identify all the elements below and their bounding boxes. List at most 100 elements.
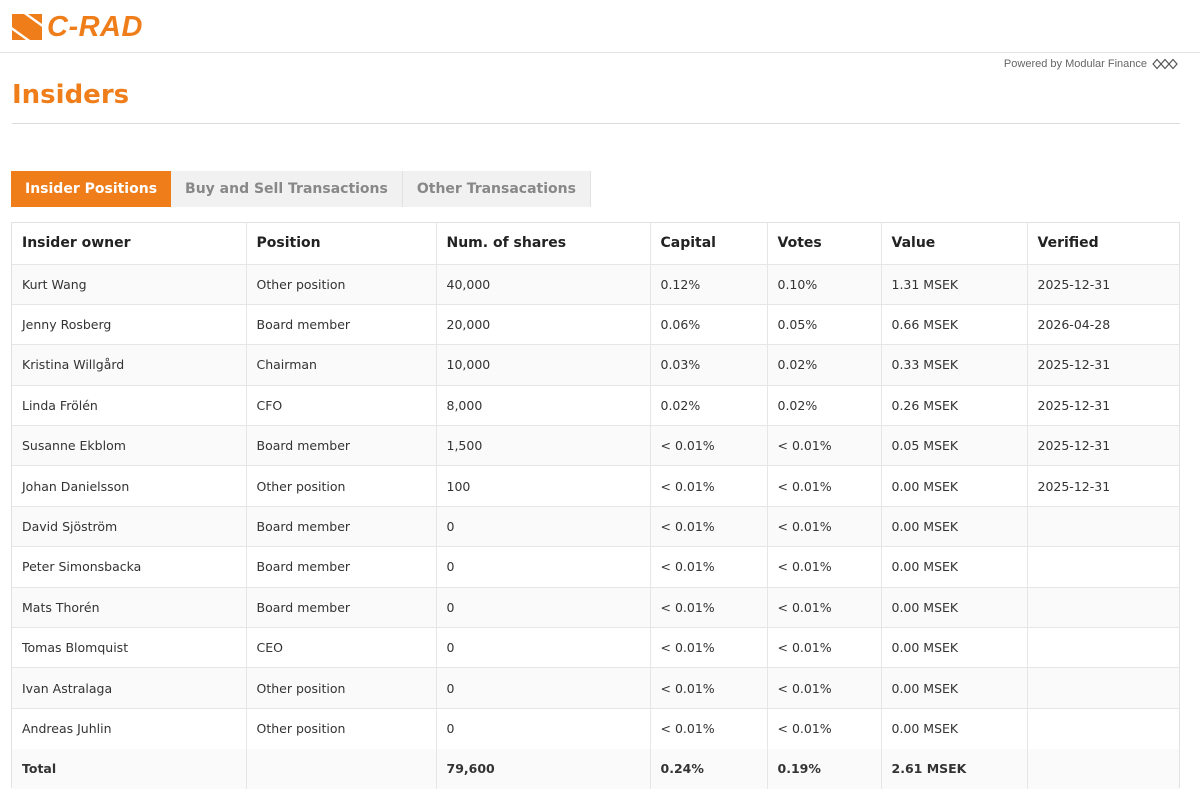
column-header-num-of-shares[interactable]: Num. of shares [436,223,651,265]
cell-capital: < 0.01% [650,587,768,629]
table-total-row: Total 79,600 0.24% 0.19% 2.61 MSEK [12,748,1179,790]
cell-num-of-shares: 0 [436,546,651,588]
cell-value: 0.00 MSEK [881,667,1028,709]
cell-votes: 0.02% [767,385,882,427]
cell-votes: < 0.01% [767,425,882,467]
table-body: Kurt Wang Other position 40,000 0.12% 0.10% 1… [12,264,1179,749]
cell-num-of-shares: 40,000 [436,264,651,305]
cell-position: Chairman [246,344,437,386]
powered-by-text: Powered by Modular Finance [1003,58,1147,70]
cell-position: Board member [246,304,437,346]
cell-capital: 0.06% [650,304,768,346]
cell-value: 1.31 MSEK [881,264,1028,305]
table-row: Peter Simonsbacka Board member 0 < 0.01% < 0… [12,546,1179,588]
cell-insider-owner: Susanne Ekblom [12,425,247,467]
cell-votes: < 0.01% [767,546,882,588]
cell-value: 0.05 MSEK [881,425,1028,467]
cell-position: CFO [246,385,437,427]
cell-num-of-shares: 8,000 [436,385,651,427]
total-cell-insider-owner: Total [12,748,247,790]
column-header-insider-owner[interactable]: Insider owner [12,223,247,265]
cell-position: Board member [246,425,437,467]
total-cell-position [246,748,437,790]
powered-by[interactable]: Powered by Modular Finance [1004,58,1178,70]
cell-votes: 0.10% [767,264,882,305]
cell-capital: < 0.01% [650,667,768,709]
cell-capital: < 0.01% [650,627,768,669]
cell-votes: 0.05% [767,304,882,346]
cell-position: Other position [246,708,437,749]
table-row: Kurt Wang Other position 40,000 0.12% 0.10% 1… [12,264,1179,305]
cell-votes: < 0.01% [767,587,882,629]
cell-position: CEO [246,627,437,669]
cell-value: 0.26 MSEK [881,385,1028,427]
table-row: Kristina Willgård Chairman 10,000 0.03% 0.02… [12,344,1179,386]
cell-value: 0.00 MSEK [881,546,1028,588]
cell-verified [1027,708,1179,748]
cell-capital: < 0.01% [650,506,768,548]
cell-insider-owner: Peter Simonsbacka [12,546,247,588]
table-row: Jenny Rosberg Board member 20,000 0.06% 0.05… [12,304,1179,346]
tab-buy-and-sell-transactions[interactable]: Buy and Sell Transactions [171,171,403,207]
cell-verified: 2025-12-31 [1027,264,1179,305]
table-row: Andreas Juhlin Other position 0 < 0.01% < 0.… [12,708,1179,749]
cell-capital: < 0.01% [650,425,768,467]
cell-value: 0.66 MSEK [881,304,1028,346]
cell-insider-owner: Andreas Juhlin [12,708,247,749]
column-header-position[interactable]: Position [246,223,437,265]
tab-insider-positions[interactable]: Insider Positions [11,171,172,207]
cell-position: Board member [246,546,437,588]
tab-other-transactions[interactable]: Other Transacations [402,171,591,207]
insiders-table-container: Insider owner Position Num. of shares Capit… [11,222,1180,790]
cell-position: Other position [246,264,437,305]
total-cell-votes: 0.19% [767,748,882,790]
column-header-value[interactable]: Value [881,223,1028,265]
cell-votes: < 0.01% [767,667,882,709]
total-cell-capital: 0.24% [650,748,768,790]
cell-verified [1027,546,1179,588]
cell-position: Other position [246,667,437,709]
top-bar: C-RAD [0,0,1200,53]
cell-value: 0.00 MSEK [881,587,1028,629]
cell-position: Board member [246,506,437,548]
cell-verified: 2025-12-31 [1027,425,1179,467]
cell-verified [1027,587,1179,629]
cell-verified: 2025-12-31 [1027,344,1179,386]
cell-insider-owner: Kurt Wang [12,264,247,305]
total-cell-verified [1027,748,1179,790]
c-rad-logo-icon [12,14,42,40]
brand-logo[interactable]: C-RAD [12,12,143,42]
cell-value: 0.33 MSEK [881,344,1028,386]
cell-value: 0.00 MSEK [881,465,1028,507]
cell-num-of-shares: 0 [436,506,651,548]
cell-capital: < 0.01% [650,465,768,507]
cell-capital: 0.12% [650,264,768,305]
cell-position: Other position [246,465,437,507]
cell-insider-owner: Mats Thorén [12,587,247,629]
table-row: Johan Danielsson Other position 100 < 0.01%… [12,465,1179,507]
cell-verified: 2026-04-28 [1027,304,1179,346]
column-header-votes[interactable]: Votes [767,223,882,265]
column-header-verified[interactable]: Verified [1027,223,1179,265]
cell-verified [1027,627,1179,669]
cell-num-of-shares: 0 [436,667,651,709]
cell-position: Board member [246,587,437,629]
cell-capital: < 0.01% [650,708,768,749]
column-header-capital[interactable]: Capital [650,223,768,265]
cell-num-of-shares: 0 [436,627,651,669]
cell-value: 0.00 MSEK [881,627,1028,669]
brand-name: C-RAD [47,11,143,43]
cell-num-of-shares: 10,000 [436,344,651,386]
cell-num-of-shares: 1,500 [436,425,651,467]
title-divider [12,123,1180,124]
table-row: Linda Frölén CFO 8,000 0.02% 0.02% 0.26 MSEK 2… [12,385,1179,427]
table-row: Mats Thorén Board member 0 < 0.01% < 0.01% 0.… [12,587,1179,629]
cell-value: 0.00 MSEK [881,506,1028,548]
cell-insider-owner: Jenny Rosberg [12,304,247,346]
cell-votes: 0.02% [767,344,882,386]
tab-bar: Insider Positions Buy and Sell Transacti… [11,171,591,207]
cell-capital: 0.02% [650,385,768,427]
table-row: Susanne Ekblom Board member 1,500 < 0.01% < … [12,425,1179,467]
total-cell-num-of-shares: 79,600 [436,748,651,790]
cell-verified: 2025-12-31 [1027,385,1179,427]
